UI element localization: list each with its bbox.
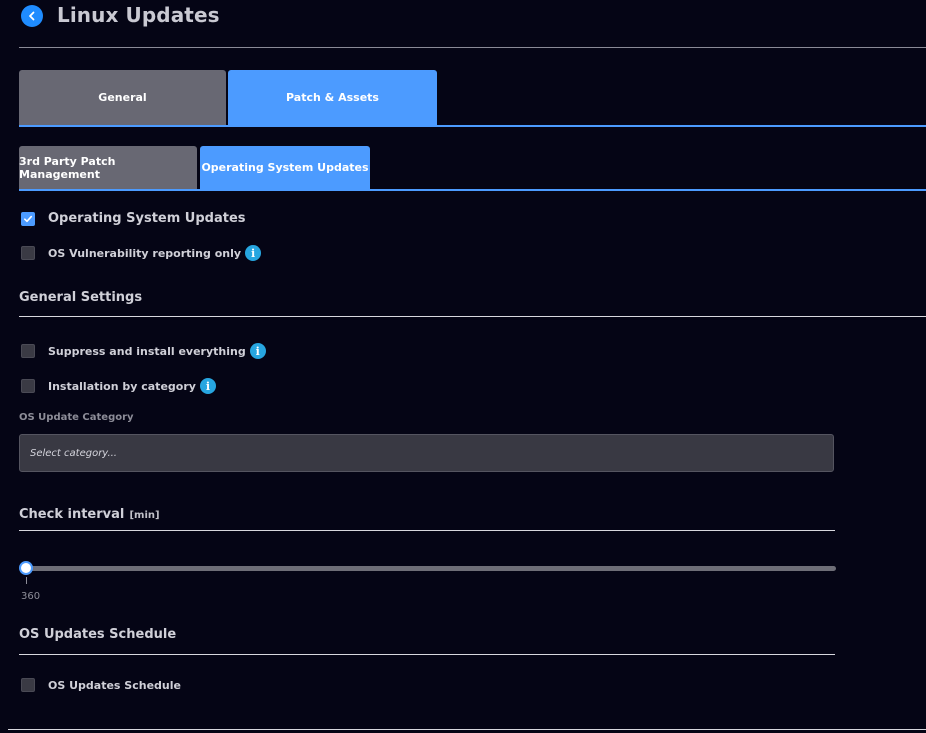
- schedule-row: OS Updates Schedule: [21, 678, 181, 692]
- suppress-row: Suppress and install everything i: [21, 343, 266, 359]
- os-update-category-select[interactable]: Select category...: [19, 434, 834, 472]
- os-updates-checkbox[interactable]: [21, 211, 35, 226]
- check-interval-slider-track[interactable]: [26, 566, 836, 571]
- subtab-os-updates[interactable]: Operating System Updates: [200, 146, 370, 189]
- general-settings-divider: [19, 316, 926, 317]
- tabs-underline: [19, 125, 926, 127]
- subtab-3rd-party-patch-label: 3rd Party Patch Management: [19, 154, 116, 181]
- os-updates-label: Operating System Updates: [48, 211, 246, 226]
- os-updates-row: Operating System Updates: [21, 211, 246, 226]
- check-interval-slider-handle[interactable]: [19, 561, 33, 575]
- vuln-reporting-label: OS Vulnerability reporting only: [48, 246, 242, 260]
- header-divider: [19, 47, 926, 48]
- page-title: Linux Updates: [57, 3, 220, 27]
- general-settings-title: General Settings: [19, 290, 143, 305]
- check-interval-divider: [19, 530, 835, 531]
- schedule-divider: [19, 654, 835, 655]
- os-updates-schedule-label: OS Updates Schedule: [48, 678, 181, 692]
- os-update-category-placeholder: Select category...: [30, 447, 117, 459]
- subtabs-underline: [19, 189, 926, 191]
- suppress-label: Suppress and install everything: [48, 344, 246, 358]
- bottom-divider: [8, 729, 926, 730]
- subtab-os-updates-label: Operating System Updates: [201, 161, 369, 174]
- tab-patch-assets[interactable]: Patch & Assets: [228, 70, 437, 125]
- by-category-checkbox[interactable]: [21, 379, 35, 393]
- info-icon[interactable]: i: [245, 245, 262, 261]
- by-category-row: Installation by category i: [21, 378, 216, 394]
- os-updates-schedule-title: OS Updates Schedule: [19, 627, 177, 642]
- check-interval-unit: [min]: [129, 510, 160, 521]
- suppress-checkbox[interactable]: [21, 344, 35, 358]
- vuln-reporting-row: OS Vulnerability reporting only i: [21, 245, 262, 261]
- subtab-3rd-party-patch[interactable]: 3rd Party Patch Management: [19, 146, 197, 189]
- info-icon[interactable]: i: [199, 378, 216, 394]
- info-icon[interactable]: i: [249, 343, 266, 359]
- tab-general-label: General: [98, 91, 147, 104]
- os-update-category-label: OS Update Category: [19, 412, 134, 423]
- vuln-reporting-checkbox[interactable]: [21, 246, 35, 260]
- checkmark-icon: [24, 215, 33, 222]
- tab-general[interactable]: General: [19, 70, 226, 125]
- check-interval-slider-tick: [26, 577, 27, 584]
- check-interval-heading: Check interval [min]: [19, 503, 160, 522]
- tab-patch-assets-label: Patch & Assets: [286, 91, 379, 104]
- check-interval-value: 360: [21, 591, 41, 602]
- chevron-left-icon: [29, 11, 35, 21]
- by-category-label: Installation by category: [48, 379, 196, 393]
- check-interval-title: Check interval: [19, 507, 125, 522]
- os-updates-schedule-checkbox[interactable]: [21, 678, 35, 692]
- back-button[interactable]: [21, 5, 43, 27]
